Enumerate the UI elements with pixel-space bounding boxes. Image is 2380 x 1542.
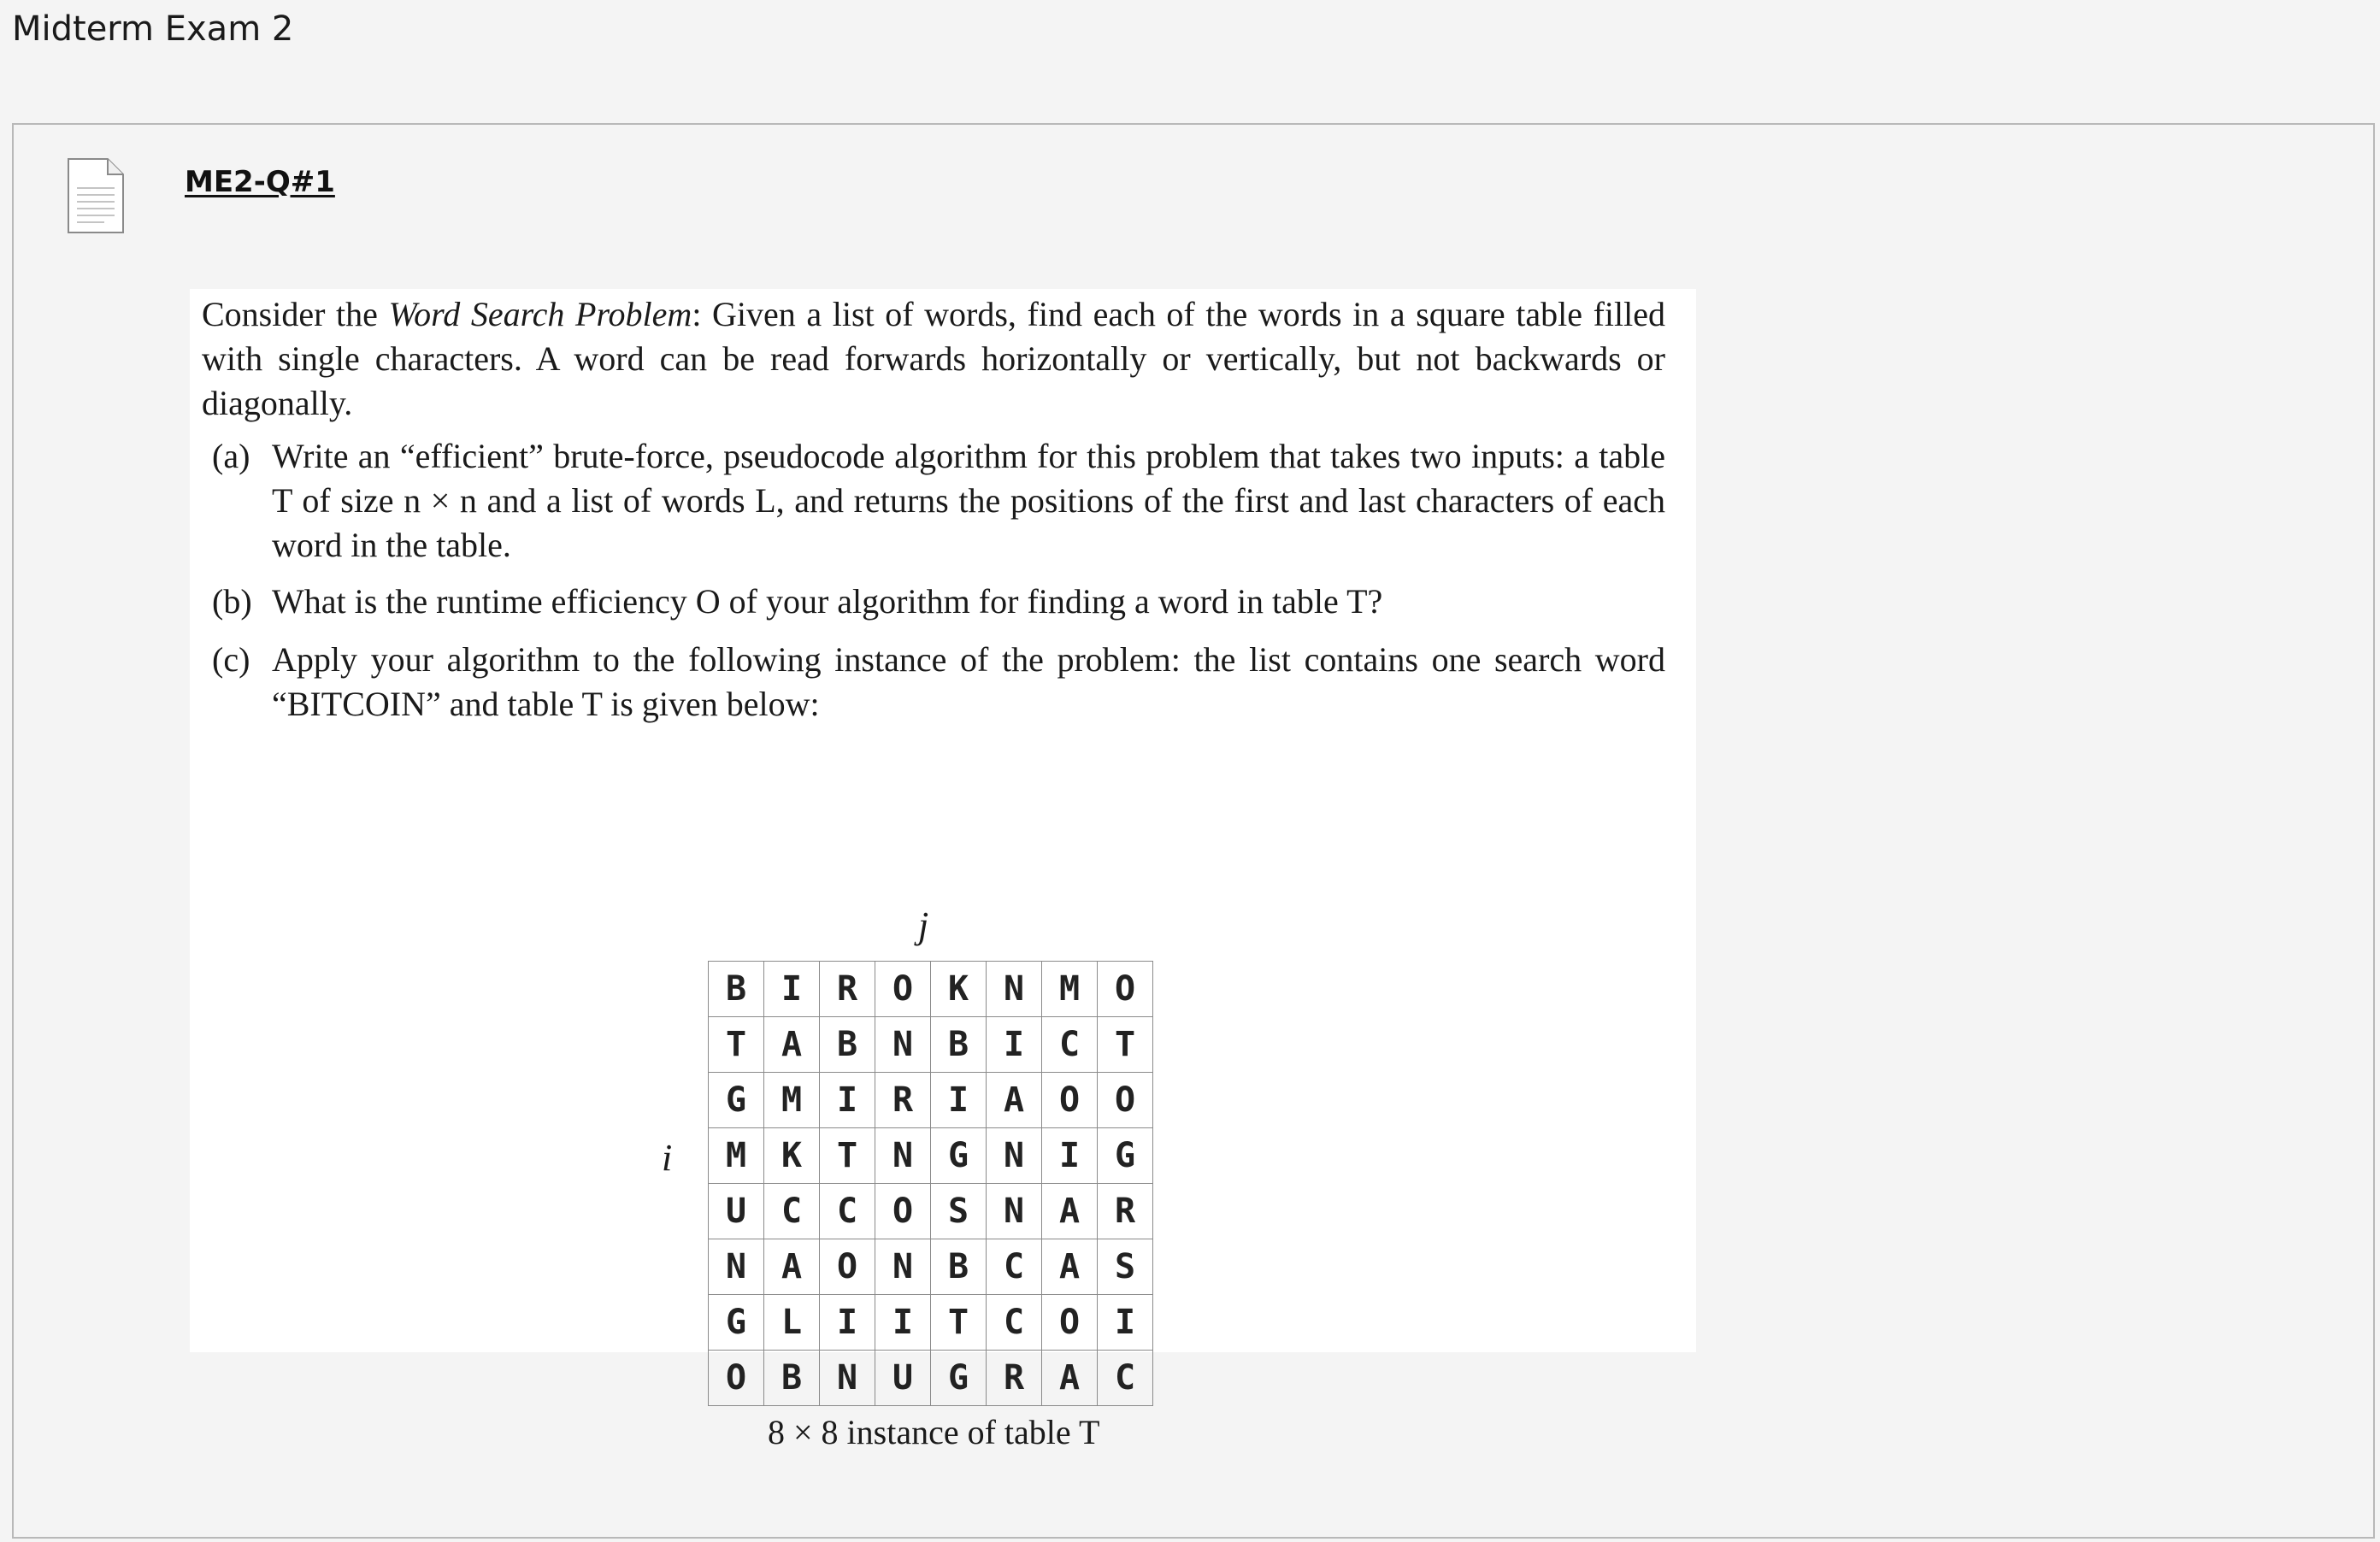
- grid-cell: I: [930, 1072, 987, 1128]
- grid-cell: N: [986, 961, 1042, 1017]
- grid-cell: I: [1097, 1294, 1153, 1351]
- content-panel: ME2-Q#1 Consider the Word Search Problem…: [12, 123, 2375, 1539]
- part-label: (c): [212, 640, 250, 679]
- grid-cell: B: [763, 1350, 820, 1406]
- part-label: (b): [212, 582, 252, 621]
- grid-row: NAONBCAS: [708, 1239, 1153, 1295]
- grid-cell: O: [875, 1183, 931, 1239]
- grid-cell: N: [986, 1183, 1042, 1239]
- grid-cell: L: [763, 1294, 820, 1351]
- grid-row: TABNBICT: [708, 1016, 1153, 1073]
- question-part-b: (b) What is the runtime efficiency O of …: [202, 580, 1665, 624]
- grid-cell: K: [930, 961, 987, 1017]
- grid-cell: M: [763, 1072, 820, 1128]
- part-label: (a): [212, 437, 250, 475]
- grid-cell: R: [986, 1350, 1042, 1406]
- question-part-a: (a) Write an “efficient” brute-force, ps…: [202, 434, 1665, 568]
- grid-cell: O: [1041, 1072, 1098, 1128]
- grid-cell: O: [1041, 1294, 1098, 1351]
- grid-cell: B: [819, 1016, 875, 1073]
- file-document-icon: [68, 158, 124, 233]
- grid-cell: G: [930, 1127, 987, 1184]
- grid-cell: I: [819, 1072, 875, 1128]
- grid-cell: A: [986, 1072, 1042, 1128]
- grid-cell: M: [1041, 961, 1098, 1017]
- grid-cell: A: [763, 1016, 820, 1073]
- grid-cell: N: [819, 1350, 875, 1406]
- grid-cell: I: [986, 1016, 1042, 1073]
- grid-cell: A: [1041, 1239, 1098, 1295]
- grid-cell: O: [1097, 1072, 1153, 1128]
- grid-cell: B: [930, 1239, 987, 1295]
- page-title: Midterm Exam 2: [12, 9, 294, 49]
- word-search-table: BIROKNMOTABNBICTGMIRIAOOMKTNGNIGUCCOSNAR…: [708, 961, 1153, 1406]
- grid-cell: N: [875, 1127, 931, 1184]
- grid-cell: N: [708, 1239, 764, 1295]
- grid-cell: K: [763, 1127, 820, 1184]
- grid-cell: C: [1041, 1016, 1098, 1073]
- grid-cell: C: [986, 1294, 1042, 1351]
- question-intro: Consider the Word Search Problem: Given …: [202, 292, 1665, 426]
- column-axis-label: j: [918, 904, 929, 946]
- grid-cell: A: [1041, 1350, 1098, 1406]
- grid-cell: T: [930, 1294, 987, 1351]
- grid-cell: T: [819, 1127, 875, 1184]
- grid-cell: G: [930, 1350, 987, 1406]
- grid-cell: O: [875, 961, 931, 1017]
- problem-name: Word Search Problem: [388, 295, 692, 333]
- grid-cell: B: [930, 1016, 987, 1073]
- grid-cell: M: [708, 1127, 764, 1184]
- row-axis-label: i: [662, 1137, 673, 1179]
- question-title-link[interactable]: ME2-Q#1: [185, 162, 335, 202]
- grid-cell: R: [819, 961, 875, 1017]
- grid-cell: O: [708, 1350, 764, 1406]
- grid-cell: O: [819, 1239, 875, 1295]
- grid-cell: C: [1097, 1350, 1153, 1406]
- grid-cell: N: [986, 1127, 1042, 1184]
- grid-cell: G: [708, 1294, 764, 1351]
- grid-cell: G: [1097, 1127, 1153, 1184]
- part-text: Apply your algorithm to the following in…: [272, 640, 1665, 723]
- grid-cell: C: [986, 1239, 1042, 1295]
- grid-cell: A: [763, 1239, 820, 1295]
- question-card: Consider the Word Search Problem: Given …: [190, 289, 1696, 1451]
- grid-cell: N: [875, 1016, 931, 1073]
- grid-cell: U: [875, 1350, 931, 1406]
- grid-row: OBNUGRAC: [708, 1350, 1153, 1406]
- grid-cell: S: [1097, 1239, 1153, 1295]
- table-caption: 8 × 8 instance of table T: [768, 1413, 1100, 1451]
- grid-cell: O: [1097, 961, 1153, 1017]
- grid-row: MKTNGNIG: [708, 1127, 1153, 1184]
- grid-cell: I: [763, 961, 820, 1017]
- grid-cell: S: [930, 1183, 987, 1239]
- question-part-c: (c) Apply your algorithm to the followin…: [202, 638, 1665, 727]
- grid-cell: I: [1041, 1127, 1098, 1184]
- grid-cell: G: [708, 1072, 764, 1128]
- grid-cell: R: [1097, 1183, 1153, 1239]
- grid-cell: B: [708, 961, 764, 1017]
- part-text: What is the runtime efficiency O of your…: [272, 582, 1383, 621]
- grid-cell: I: [819, 1294, 875, 1351]
- grid-row: GLIITCOI: [708, 1294, 1153, 1351]
- grid-row: BIROKNMO: [708, 961, 1153, 1017]
- grid-cell: R: [875, 1072, 931, 1128]
- grid-cell: A: [1041, 1183, 1098, 1239]
- grid-row: UCCOSNAR: [708, 1183, 1153, 1239]
- grid-cell: U: [708, 1183, 764, 1239]
- grid-cell: C: [763, 1183, 820, 1239]
- grid-cell: T: [708, 1016, 764, 1073]
- grid-cell: N: [875, 1239, 931, 1295]
- grid-row: GMIRIAOO: [708, 1072, 1153, 1128]
- grid-cell: T: [1097, 1016, 1153, 1073]
- part-text: Write an “efficient” brute-force, pseudo…: [272, 437, 1665, 564]
- grid-cell: I: [875, 1294, 931, 1351]
- grid-cell: C: [819, 1183, 875, 1239]
- intro-text-before: Consider the: [202, 295, 389, 333]
